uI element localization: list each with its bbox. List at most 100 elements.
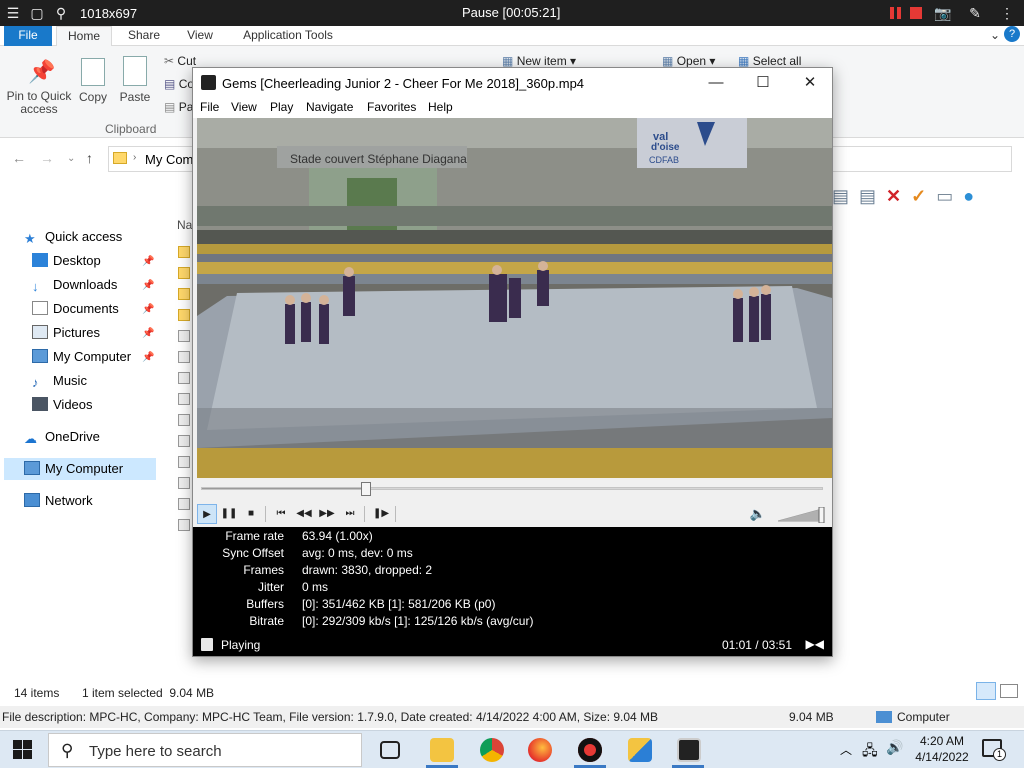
- recorder-toolbar: ☰ ▢ ⚲ 1018x697 Pause [00:05:21] 📷 ✎ ⋮: [0, 0, 1024, 26]
- nav-music[interactable]: ♪ Music: [32, 370, 87, 392]
- pause-recording-icon[interactable]: [890, 7, 902, 19]
- copy-path-button[interactable]: ▤ Co: [164, 77, 194, 91]
- open-button[interactable]: ▦ Open ▾: [662, 54, 715, 68]
- volume-slider[interactable]: [778, 507, 826, 523]
- show-hidden-icons-icon[interactable]: ︿: [840, 741, 852, 758]
- menu-file[interactable]: File: [200, 100, 219, 114]
- more-icon[interactable]: ⋮: [996, 2, 1018, 24]
- minimize-icon[interactable]: —: [705, 72, 727, 94]
- next-button[interactable]: ⏭: [340, 504, 360, 524]
- folder-icon: [113, 152, 127, 164]
- rename-icon[interactable]: ▭: [936, 186, 953, 207]
- clipboard-icon[interactable]: ▤: [859, 186, 876, 207]
- previous-button[interactable]: ⏮: [271, 504, 291, 524]
- search-icon[interactable]: ⚲: [50, 2, 72, 24]
- music-icon: ♪: [32, 375, 39, 390]
- volume-icon[interactable]: 🔊: [886, 739, 903, 756]
- capture-dimensions: 1018x697: [80, 5, 138, 21]
- paste-button[interactable]: Paste: [118, 56, 152, 104]
- details-view-icon[interactable]: [976, 682, 996, 700]
- nav-videos[interactable]: Videos: [32, 394, 93, 416]
- recent-locations-icon[interactable]: ⌄: [67, 153, 75, 164]
- task-view-icon[interactable]: [380, 741, 400, 759]
- menu-help[interactable]: Help: [428, 100, 453, 114]
- stop-recording-icon[interactable]: [910, 7, 922, 19]
- copy-to-icon[interactable]: ▤: [832, 186, 849, 207]
- paste-shortcut-button[interactable]: ▤ Pa: [164, 100, 193, 114]
- file-icon: [178, 519, 190, 531]
- volume-thumb[interactable]: [818, 507, 825, 523]
- photos-folder-icon[interactable]: [628, 738, 652, 762]
- ribbon-collapse-icon[interactable]: ⌄: [990, 28, 1000, 42]
- close-icon[interactable]: ✕: [799, 72, 821, 94]
- pen-icon[interactable]: ✎: [964, 2, 986, 24]
- tab-home[interactable]: Home: [56, 26, 112, 46]
- tab-share[interactable]: Share: [122, 26, 166, 46]
- system-clock[interactable]: 4:20 AM 4/14/2022: [910, 733, 974, 765]
- seek-thumb[interactable]: [360, 482, 371, 496]
- nav-quick-access[interactable]: ★ Quick access: [24, 226, 122, 248]
- taskbar: ⚲ Type here to search ︿ 🖧 🔊 4:20 AM 4/14…: [0, 730, 1024, 768]
- camera-icon[interactable]: 📷: [932, 2, 954, 24]
- copy-path-icon: ▤: [164, 77, 176, 91]
- nav-network[interactable]: Network: [24, 490, 93, 512]
- taskbar-search-box[interactable]: ⚲ Type here to search: [48, 733, 362, 767]
- tab-application-tools[interactable]: Application Tools: [236, 26, 340, 46]
- select-all-button[interactable]: ▦ Select all: [738, 54, 801, 68]
- notification-center-icon[interactable]: 1: [982, 739, 1006, 761]
- maximize-icon[interactable]: ☐: [752, 72, 774, 94]
- nav-desktop[interactable]: Desktop: [32, 250, 101, 272]
- file-explorer-icon[interactable]: [430, 738, 454, 762]
- menu-navigate[interactable]: Navigate: [306, 100, 353, 114]
- up-icon[interactable]: ↑: [86, 150, 93, 166]
- chrome-icon[interactable]: [480, 738, 504, 762]
- menu-favorites[interactable]: Favorites: [367, 100, 416, 114]
- nav-pictures[interactable]: Pictures: [32, 322, 100, 344]
- delete-icon[interactable]: ✕: [886, 186, 901, 207]
- fast-forward-button[interactable]: ▶▶: [317, 504, 337, 524]
- tab-view[interactable]: View: [178, 26, 222, 46]
- large-icons-view-icon[interactable]: [1000, 684, 1018, 698]
- play-button[interactable]: ▶: [197, 504, 217, 524]
- new-item-button[interactable]: ▦ New item ▾: [502, 54, 576, 68]
- seek-bar[interactable]: [193, 478, 832, 500]
- copy-button[interactable]: Copy: [78, 58, 108, 104]
- tab-file[interactable]: File: [4, 26, 52, 46]
- folder-icon: [178, 246, 190, 258]
- playback-time[interactable]: 01:01 / 03:51: [722, 638, 792, 652]
- nav-my-computer[interactable]: My Computer: [4, 458, 156, 480]
- pause-button[interactable]: ❚❚: [219, 504, 239, 524]
- recorder-app-icon[interactable]: [578, 738, 602, 762]
- stop-button[interactable]: ■: [241, 504, 261, 524]
- mpc-hc-taskbar-icon[interactable]: [677, 738, 701, 762]
- firefox-icon[interactable]: [528, 738, 552, 762]
- checkmark-icon[interactable]: ✓: [911, 186, 926, 207]
- column-header-name[interactable]: Na: [177, 218, 192, 232]
- cut-button[interactable]: ✂ Cut: [164, 54, 196, 68]
- menu-play[interactable]: Play: [270, 100, 293, 114]
- nav-downloads[interactable]: ↓ Downloads: [32, 274, 117, 296]
- seek-track[interactable]: [201, 487, 823, 490]
- nav-my-computer-quick[interactable]: My Computer: [32, 346, 131, 368]
- pin-icon: 📌: [142, 304, 155, 315]
- menu-icon[interactable]: ☰: [2, 2, 24, 24]
- globe-icon[interactable]: ●: [963, 186, 974, 207]
- folder-icon: [178, 288, 190, 300]
- nav-documents[interactable]: Documents: [32, 298, 119, 320]
- pin-quick-access-button[interactable]: 📌 Pin to Quick access: [6, 58, 74, 116]
- windows-start-icon[interactable]: [13, 740, 33, 760]
- speaker-icon[interactable]: 🔈: [748, 504, 768, 524]
- network-status-icon[interactable]: 🖧: [862, 740, 878, 764]
- frame-step-button[interactable]: ❚▶: [371, 504, 391, 524]
- mpc-titlebar[interactable]: Gems [Cheerleading Junior 2 - Cheer For …: [193, 68, 832, 98]
- nav-onedrive[interactable]: ☁ OneDrive: [24, 426, 100, 448]
- file-size: 9.04 MB: [789, 710, 834, 724]
- forward-icon[interactable]: →: [40, 150, 54, 166]
- help-icon[interactable]: ?: [1004, 26, 1020, 42]
- back-icon[interactable]: ←: [12, 150, 26, 166]
- menu-view[interactable]: View: [231, 100, 257, 114]
- file-icon: [178, 414, 190, 426]
- video-frame[interactable]: Stade couvert Stéphane Diagana val d'ois…: [197, 118, 832, 478]
- rewind-button[interactable]: ◀◀: [294, 504, 314, 524]
- window-region-icon[interactable]: ▢: [26, 2, 48, 24]
